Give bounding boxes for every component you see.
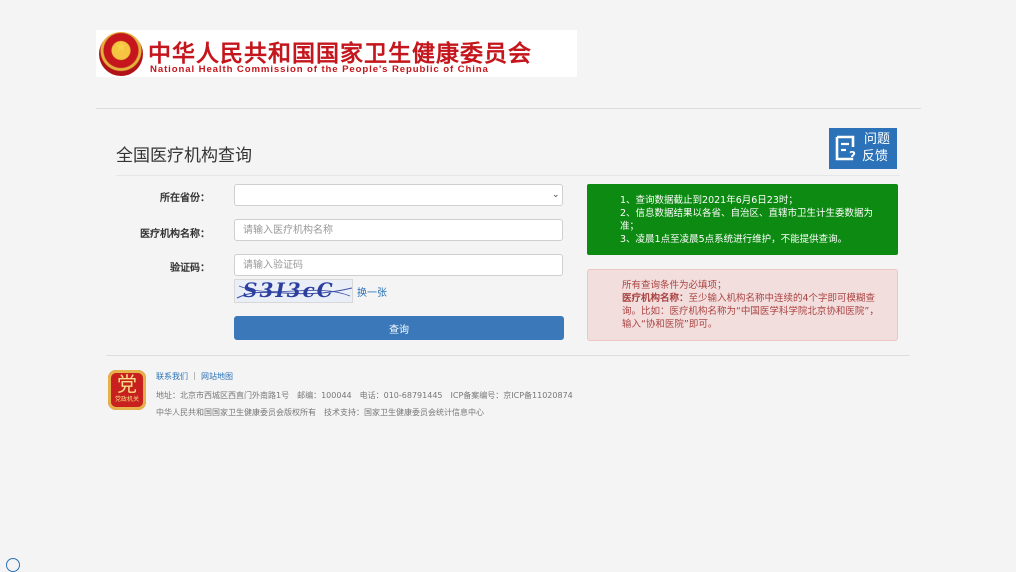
notice-requirement-line: 所有查询条件为必填项； <box>622 280 727 291</box>
accessibility-icon[interactable] <box>6 558 20 572</box>
feedback-button[interactable]: ? 问题 反馈 <box>829 128 897 169</box>
province-label: 所在省份： <box>160 193 210 204</box>
feedback-label-1: 问题 <box>864 132 891 147</box>
sitemap-link[interactable]: 网站地图 <box>201 371 233 382</box>
page-title: 全国医疗机构查询 <box>116 146 252 166</box>
header-divider <box>96 108 921 109</box>
svg-text:?: ? <box>849 149 856 162</box>
notice-info-line: 1、查询数据截止到2021年6月6日23时； <box>620 195 798 206</box>
footer-copyright: 中华人民共和国国家卫生健康委员会版权所有 技术支持：国家卫生健康委员会统计信息中… <box>156 408 484 417</box>
refresh-captcha-link[interactable]: 换一张 <box>357 284 387 299</box>
captcha-label: 验证码： <box>170 263 210 274</box>
notice-requirements-box: 所有查询条件为必填项； 医疗机构名称：至少输入机构名称中连续的4个字即可模糊查询… <box>587 269 898 341</box>
institution-name-label: 医疗机构名称： <box>140 229 210 240</box>
badge-text: 党政机关 <box>114 396 139 403</box>
search-button[interactable]: 查询 <box>234 316 564 340</box>
notice-info-box: 1、查询数据截止到2021年6月6日23时； 2、信息数据结果以各省、自治区、直… <box>587 184 898 255</box>
province-select[interactable] <box>234 184 563 206</box>
captcha-input[interactable] <box>234 254 563 276</box>
footer-link-separator: | <box>193 371 196 380</box>
notice-requirement-bold: 医疗机构名称： <box>622 293 689 304</box>
site-logo[interactable]: ★ 中华人民共和国国家卫生健康委员会 National Health Commi… <box>96 30 577 77</box>
party-government-badge[interactable]: 党 党政机关 <box>108 370 146 410</box>
site-title-cn: 中华人民共和国国家卫生健康委员会 <box>148 40 532 67</box>
notice-info-line: 2、信息数据结果以各省、自治区、直辖市卫生计生委数据为准； <box>620 208 874 232</box>
national-emblem-icon: ★ <box>99 32 143 76</box>
notice-info-line: 3、凌晨1点至凌晨5点系统进行维护，不能提供查询。 <box>620 234 848 245</box>
title-divider <box>116 175 900 176</box>
feedback-label-2: 反馈 <box>862 149 889 164</box>
footer-address: 地址：北京市西城区西直门外南路1号 邮编：100044 电话：010-68791… <box>156 391 573 400</box>
footer-divider <box>106 355 910 356</box>
notice-requirement-detail: 医疗机构名称：至少输入机构名称中连续的4个字即可模糊查询。比如：医疗机构名称为“… <box>622 292 887 331</box>
institution-name-input[interactable] <box>234 219 563 241</box>
star-icon: ★ <box>115 40 127 55</box>
captcha-text: S3I3cC <box>243 279 335 302</box>
captcha-image[interactable]: S3I3cC <box>234 279 353 303</box>
badge-glyph: 党 <box>117 372 137 396</box>
site-title-en: National Health Commission of the People… <box>150 64 489 75</box>
feedback-icon: ? <box>835 135 856 162</box>
contact-us-link[interactable]: 联系我们 <box>156 371 188 382</box>
